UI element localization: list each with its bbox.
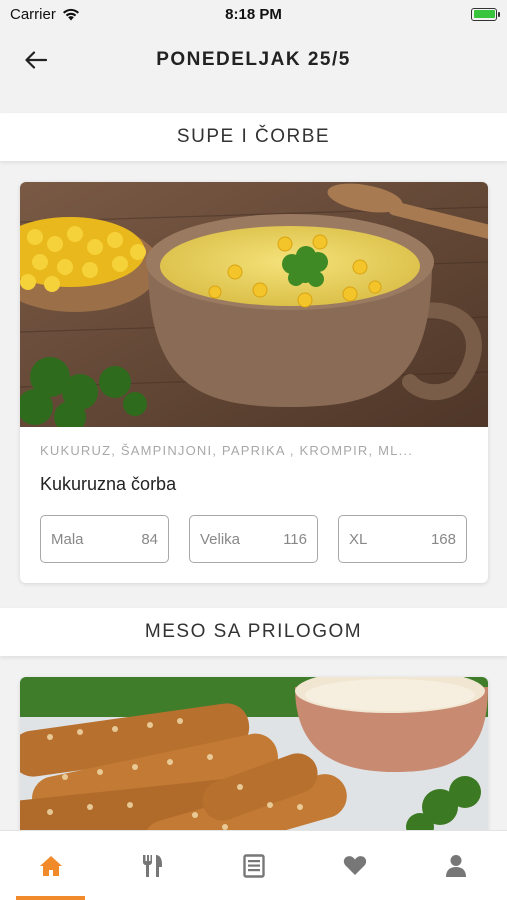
fork-knife-icon [143, 854, 163, 877]
arrow-left-icon [25, 51, 47, 69]
dish-image [20, 182, 488, 427]
size-price: 168 [430, 530, 456, 548]
size-option-xl[interactable]: XL 168 [338, 515, 467, 563]
tab-orders[interactable] [203, 831, 304, 900]
tab-bar [0, 830, 507, 900]
size-label: Velika [200, 530, 241, 548]
size-option-velika[interactable]: Velika 116 [189, 515, 318, 563]
carrier-group: Carrier [10, 6, 80, 23]
size-price: 84 [141, 530, 158, 548]
size-options: Mala 84 Velika 116 XL 168 [40, 515, 468, 563]
menu-item-card[interactable]: KUKURUZ, ŠAMPINJONI, PAPRIKA , KROMPIR, … [20, 182, 488, 583]
menu-list-icon [242, 853, 265, 878]
tab-favorites[interactable] [304, 831, 405, 900]
section-header-soups: SUPE I ČORBE [0, 113, 507, 161]
size-label: Mala [51, 530, 84, 548]
wifi-icon [62, 8, 79, 20]
app-header: PONEDELJAK 25/5 [0, 28, 507, 92]
back-button[interactable] [22, 46, 50, 74]
page-title: PONEDELJAK 25/5 [156, 49, 351, 70]
user-icon [446, 854, 467, 877]
dish-name: Kukuruzna čorba [40, 474, 177, 494]
size-price: 116 [283, 530, 307, 548]
size-option-mala[interactable]: Mala 84 [40, 515, 169, 563]
battery-level [473, 10, 495, 18]
battery-icon [471, 7, 500, 21]
heart-icon [343, 856, 367, 875]
ingredients-text: KUKURUZ, ŠAMPINJONI, PAPRIKA , KROMPIR, … [40, 443, 414, 458]
tab-menu[interactable] [101, 831, 202, 900]
tab-home[interactable] [0, 831, 101, 900]
size-label: XL [349, 530, 368, 548]
tab-profile[interactable] [406, 831, 507, 900]
card-body: KUKURUZ, ŠAMPINJONI, PAPRIKA , KROMPIR, … [20, 427, 488, 583]
home-icon [39, 855, 62, 876]
carrier-label: Carrier [10, 5, 56, 23]
section-header-meat: MESO SA PRILOGOM [0, 608, 507, 656]
status-bar: Carrier 8:18 PM [0, 0, 507, 28]
